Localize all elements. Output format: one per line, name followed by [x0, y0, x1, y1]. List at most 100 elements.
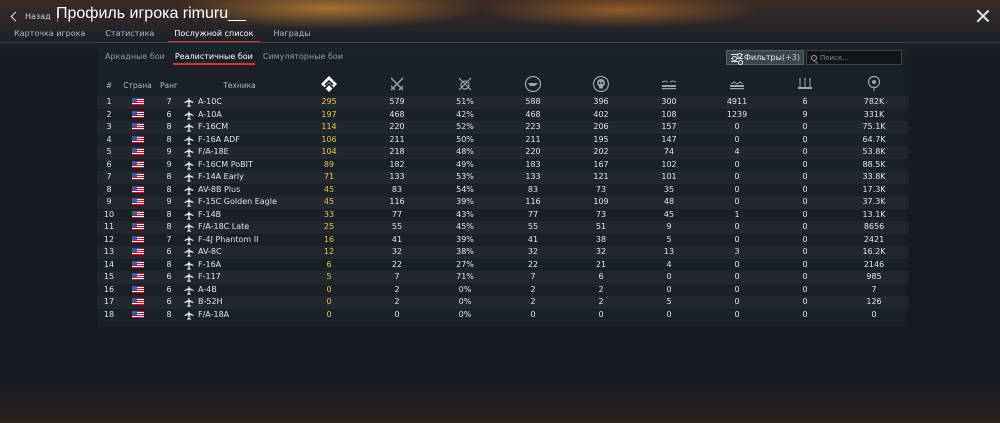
- table-row[interactable]: 16 6 A-4B 0 2 0% 2 2 0 0 0 7: [97, 284, 909, 297]
- tab-realistic[interactable]: Реалистичные бои: [172, 51, 255, 65]
- table-row[interactable]: 2 6 A-10A 197 468 42% 468 402 108 1239 9 331K: [97, 109, 909, 122]
- battles-cell: 106: [321, 134, 337, 144]
- awards-cell: 0: [802, 234, 808, 244]
- rank-cell: 6: [154, 271, 184, 284]
- search-input[interactable]: [820, 53, 900, 62]
- rank-cell: 8: [166, 209, 172, 219]
- col-awards[interactable]: [771, 74, 839, 96]
- col-air-targets[interactable]: [499, 74, 567, 96]
- rank-cell: 9: [154, 196, 184, 209]
- air-kills-cell: 220: [363, 121, 431, 134]
- country-cell: [121, 296, 154, 309]
- plane-icon: [184, 310, 194, 320]
- col-ground-targets[interactable]: [635, 74, 703, 96]
- deaths-cell: 6: [567, 271, 635, 284]
- usa-flag-icon: [131, 198, 144, 205]
- back-button[interactable]: Назад: [10, 9, 58, 23]
- score-cell: 2421: [863, 234, 885, 244]
- col-battles[interactable]: [295, 74, 363, 96]
- plane-icon: [184, 260, 194, 270]
- naval-targets-cell: 0: [703, 271, 771, 284]
- table-row[interactable]: 14 8 F-16A 6 22 27% 22 21 4 0 0 2146: [97, 259, 909, 272]
- score-cell: 64.7K: [862, 134, 886, 144]
- col-naval-targets[interactable]: [703, 74, 771, 96]
- table-row[interactable]: 15 6 F-117 5 7 71% 7 6 0 0 0 985: [97, 271, 909, 284]
- table-row[interactable]: 1 7 A-10C 295 579 51% 588 396 300 4911 6 782K: [97, 96, 909, 109]
- table-row[interactable]: 17 6 B-52H 0 2 0% 2 2 5 0 0 126: [97, 296, 909, 309]
- col-air-kills[interactable]: [363, 74, 431, 96]
- rank-cell: 8: [154, 121, 184, 134]
- usa-flag-icon: [131, 260, 144, 268]
- tab-awards[interactable]: Награды: [260, 28, 317, 43]
- chevron-left-icon: [10, 11, 21, 21]
- col-index[interactable]: #: [97, 74, 121, 96]
- table-row[interactable]: 18 8 F/A-18A 0 0 0% 0 0 0 0 0 0: [97, 309, 909, 322]
- filters-button[interactable]: Фильтры (+3): [726, 50, 804, 66]
- row-index: 9: [97, 196, 121, 209]
- country-cell: [121, 196, 154, 209]
- score-cell: 16.2K: [839, 246, 909, 259]
- usa-flag-icon: [131, 235, 144, 243]
- table-row[interactable]: 12 7 F-4J Phantom II 16 41 39% 41 38 5 0 0 2421: [97, 234, 909, 247]
- vehicle-name: B-52H: [198, 297, 223, 306]
- awards-icon: [798, 78, 812, 89]
- table-row[interactable]: 8 8 AV-8B Plus 45 83 54% 83 73 35 0 0 17.3K: [97, 184, 909, 197]
- vehicle-cell: F-16CM PoBIT: [184, 159, 295, 172]
- air-kills-cell: 32: [363, 246, 431, 259]
- ground-targets-cell: 5: [635, 296, 703, 309]
- rank-cell: 8: [166, 259, 172, 269]
- air-targets-cell: 220: [499, 146, 567, 159]
- air-kills-cell: 579: [363, 96, 431, 109]
- win-rate-cell: 53%: [431, 171, 499, 184]
- vehicle-cell: F-4J Phantom II: [184, 234, 295, 247]
- usa-flag-icon: [131, 298, 144, 305]
- air-kills-cell: 211: [389, 134, 405, 144]
- battles-icon: [321, 76, 337, 92]
- battles-cell: 6: [326, 259, 332, 269]
- tab-statistics[interactable]: Статистика: [91, 28, 160, 43]
- plane-icon: [184, 285, 194, 295]
- tab-simulator[interactable]: Симуляторные бои: [261, 51, 345, 65]
- deaths-cell: 109: [567, 196, 635, 209]
- ground-targets-cell: 45: [663, 209, 675, 219]
- table-row[interactable]: 5 9 F/A-18E 104 218 48% 220 202 74 4 0 53.8K: [97, 146, 909, 159]
- usa-flag-icon: [131, 160, 144, 168]
- col-score[interactable]: [839, 74, 909, 96]
- score-cell: 75.1K: [839, 121, 909, 134]
- table-row[interactable]: 3 8 F-16CM 114 220 52% 223 206 157 0 0 75.1K: [97, 121, 909, 134]
- air-kills-cell: 116: [363, 196, 431, 209]
- battles-cell: 5: [295, 271, 363, 284]
- vehicle-cell: F/A-18E: [184, 146, 295, 159]
- air-targets-cell: 7: [499, 271, 567, 284]
- col-rank[interactable]: Ранг: [154, 74, 184, 96]
- sliders-icon: [731, 52, 743, 66]
- air-kills-cell: 41: [391, 234, 403, 244]
- tab-service-record[interactable]: Послужной список: [160, 28, 260, 43]
- rank-cell: 7: [166, 234, 172, 244]
- row-index: 12: [103, 234, 115, 244]
- col-country[interactable]: Страна: [121, 74, 154, 96]
- deaths-cell: 121: [567, 171, 635, 184]
- vehicle-name: F/A-18C Late: [198, 222, 250, 231]
- air-kills-cell: 22: [391, 259, 403, 269]
- plane-icon: [184, 247, 194, 257]
- usa-flag-icon: [131, 173, 144, 180]
- table-row[interactable]: 9 9 F-15C Golden Eagle 45 116 39% 116 109 48 0 0 37…: [97, 196, 909, 209]
- table-row[interactable]: 13 6 AV-8C 12 32 38% 32 32 13 3 0 16.2K: [97, 246, 909, 259]
- col-win-rate[interactable]: [431, 74, 499, 96]
- table-row[interactable]: 7 8 F-14A Early 71 133 53% 133 121 101 0 0 33.8K: [97, 171, 909, 184]
- win-rate-cell: 43%: [456, 209, 474, 219]
- tab-arcade[interactable]: Аркадные бои: [103, 51, 167, 65]
- air-targets-cell: 468: [525, 109, 541, 119]
- col-vehicle[interactable]: Техника: [184, 74, 295, 96]
- table-row[interactable]: 6 9 F-16CM PoBIT 89 182 49% 183 167 102 0 0 88.5K: [97, 159, 909, 172]
- table-row[interactable]: 4 8 F-16A ADF 106 211 50% 211 195 147 0 0 64.7K: [97, 134, 909, 147]
- table-row[interactable]: 11 8 F/A-18C Late 25 55 45% 55 51 9 0 0 8656: [97, 221, 909, 234]
- air-targets-cell: 77: [527, 209, 539, 219]
- row-index: 2: [106, 109, 112, 119]
- close-icon[interactable]: [976, 9, 990, 23]
- col-deaths[interactable]: [567, 74, 635, 96]
- table-row[interactable]: 10 8 F-14B 33 77 43% 77 73 45 1 0 13.1K: [97, 209, 909, 222]
- tab-player-card[interactable]: Карточка игрока: [0, 28, 91, 43]
- usa-flag-icon: [131, 98, 144, 105]
